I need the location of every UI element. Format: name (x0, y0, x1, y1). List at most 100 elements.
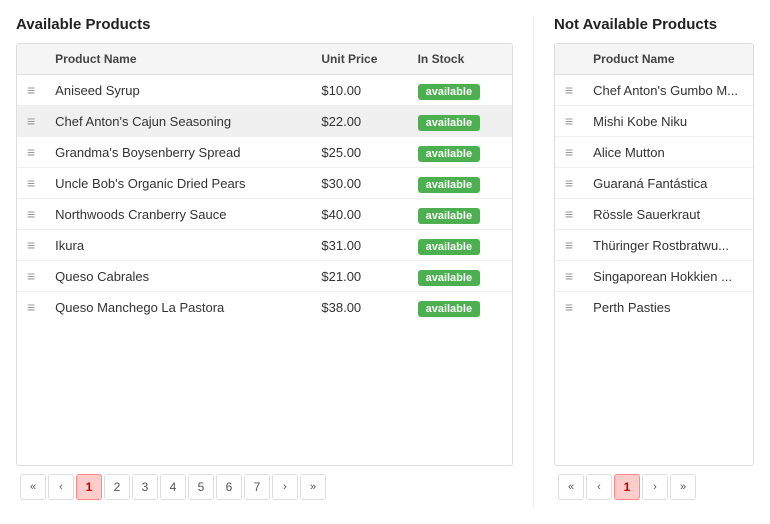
product-name-cell: Chef Anton's Gumbo M... (583, 75, 753, 106)
available-first-btn[interactable]: « (20, 474, 46, 500)
drag-handle-icon[interactable]: ≡ (17, 199, 45, 230)
col-product-name: Product Name (45, 44, 311, 75)
stock-badge-cell: available (408, 261, 512, 292)
stock-badge-cell: available (408, 106, 512, 137)
stock-badge-cell: available (408, 199, 512, 230)
col-drag (17, 44, 45, 75)
product-name-cell: Aniseed Syrup (45, 75, 311, 106)
not-available-products-panel: Not Available Products Product Name ≡ Ch… (554, 16, 754, 508)
available-table-row: ≡ Aniseed Syrup $10.00 available (17, 75, 512, 106)
stock-badge-cell: available (408, 292, 512, 323)
product-name-cell: Queso Manchego La Pastora (45, 292, 311, 323)
not-available-table-header-row: Product Name (555, 44, 753, 75)
available-page-3-btn[interactable]: 3 (132, 474, 158, 500)
available-table-row: ≡ Grandma's Boysenberry Spread $25.00 av… (17, 137, 512, 168)
stock-badge-cell: available (408, 230, 512, 261)
unit-price-cell: $40.00 (311, 199, 407, 230)
available-page-2-btn[interactable]: 2 (104, 474, 130, 500)
product-name-cell: Ikura (45, 230, 311, 261)
not-available-next-btn[interactable]: › (642, 474, 668, 500)
available-table-row: ≡ Queso Cabrales $21.00 available (17, 261, 512, 292)
available-page-6-btn[interactable]: 6 (216, 474, 242, 500)
unit-price-cell: $31.00 (311, 230, 407, 261)
available-table-row: ≡ Northwoods Cranberry Sauce $40.00 avai… (17, 199, 512, 230)
available-badge: available (418, 270, 480, 286)
drag-handle-icon[interactable]: ≡ (17, 230, 45, 261)
not-available-page-1-btn[interactable]: 1 (614, 474, 640, 500)
unit-price-cell: $38.00 (311, 292, 407, 323)
not-available-table-row: ≡ Thüringer Rostbratwu... (555, 230, 753, 261)
product-name-cell: Queso Cabrales (45, 261, 311, 292)
not-available-products-title: Not Available Products (554, 16, 754, 33)
unit-price-cell: $30.00 (311, 168, 407, 199)
unit-price-cell: $10.00 (311, 75, 407, 106)
available-badge: available (418, 84, 480, 100)
available-pagination: « ‹ 1 2 3 4 5 6 7 › » (16, 466, 513, 508)
drag-handle-icon[interactable]: ≡ (17, 168, 45, 199)
available-page-1-btn[interactable]: 1 (76, 474, 102, 500)
drag-handle-icon[interactable]: ≡ (555, 75, 583, 106)
product-name-cell: Grandma's Boysenberry Spread (45, 137, 311, 168)
available-products-table: Product Name Unit Price In Stock ≡ Anise… (17, 44, 512, 322)
drag-handle-icon[interactable]: ≡ (555, 168, 583, 199)
not-available-last-btn[interactable]: » (670, 474, 696, 500)
not-available-table-row: ≡ Alice Mutton (555, 137, 753, 168)
not-available-pagination: « ‹ 1 › » (554, 466, 754, 508)
available-table-row: ≡ Chef Anton's Cajun Seasoning $22.00 av… (17, 106, 512, 137)
available-badge: available (418, 301, 480, 317)
product-name-cell: Alice Mutton (583, 137, 753, 168)
available-table-row: ≡ Ikura $31.00 available (17, 230, 512, 261)
available-page-7-btn[interactable]: 7 (244, 474, 270, 500)
available-page-4-btn[interactable]: 4 (160, 474, 186, 500)
drag-handle-icon[interactable]: ≡ (17, 292, 45, 323)
drag-handle-icon[interactable]: ≡ (555, 137, 583, 168)
available-badge: available (418, 115, 480, 131)
unit-price-cell: $22.00 (311, 106, 407, 137)
unit-price-cell: $21.00 (311, 261, 407, 292)
product-name-cell: Perth Pasties (583, 292, 753, 323)
not-available-table-row: ≡ Perth Pasties (555, 292, 753, 323)
drag-handle-icon[interactable]: ≡ (17, 75, 45, 106)
drag-handle-icon[interactable]: ≡ (555, 230, 583, 261)
available-prev-btn[interactable]: ‹ (48, 474, 74, 500)
available-last-btn[interactable]: » (300, 474, 326, 500)
product-name-cell: Chef Anton's Cajun Seasoning (45, 106, 311, 137)
drag-handle-icon[interactable]: ≡ (555, 261, 583, 292)
available-next-btn[interactable]: › (272, 474, 298, 500)
available-badge: available (418, 239, 480, 255)
available-products-table-wrapper: Product Name Unit Price In Stock ≡ Anise… (16, 43, 513, 466)
product-name-cell: Rössle Sauerkraut (583, 199, 753, 230)
available-table-row: ≡ Queso Manchego La Pastora $38.00 avail… (17, 292, 512, 323)
product-name-cell: Uncle Bob's Organic Dried Pears (45, 168, 311, 199)
drag-handle-icon[interactable]: ≡ (17, 106, 45, 137)
panel-divider (533, 16, 534, 508)
drag-handle-icon[interactable]: ≡ (555, 292, 583, 323)
drag-handle-icon[interactable]: ≡ (555, 106, 583, 137)
product-name-cell: Mishi Kobe Niku (583, 106, 753, 137)
col-product-name-right: Product Name (583, 44, 753, 75)
available-badge: available (418, 146, 480, 162)
available-badge: available (418, 208, 480, 224)
not-available-products-table: Product Name ≡ Chef Anton's Gumbo M... ≡… (555, 44, 753, 322)
not-available-prev-btn[interactable]: ‹ (586, 474, 612, 500)
drag-handle-icon[interactable]: ≡ (17, 137, 45, 168)
unit-price-cell: $25.00 (311, 137, 407, 168)
col-drag-right (555, 44, 583, 75)
product-name-cell: Singaporean Hokkien ... (583, 261, 753, 292)
not-available-table-row: ≡ Mishi Kobe Niku (555, 106, 753, 137)
col-in-stock: In Stock (408, 44, 512, 75)
available-badge: available (418, 177, 480, 193)
drag-handle-icon[interactable]: ≡ (555, 199, 583, 230)
available-page-5-btn[interactable]: 5 (188, 474, 214, 500)
not-available-products-table-wrapper: Product Name ≡ Chef Anton's Gumbo M... ≡… (554, 43, 754, 466)
product-name-cell: Thüringer Rostbratwu... (583, 230, 753, 261)
not-available-table-row: ≡ Chef Anton's Gumbo M... (555, 75, 753, 106)
product-name-cell: Northwoods Cranberry Sauce (45, 199, 311, 230)
drag-handle-icon[interactable]: ≡ (17, 261, 45, 292)
not-available-table-row: ≡ Rössle Sauerkraut (555, 199, 753, 230)
not-available-first-btn[interactable]: « (558, 474, 584, 500)
available-products-panel: Available Products Product Name Unit Pri… (16, 16, 513, 508)
available-table-header-row: Product Name Unit Price In Stock (17, 44, 512, 75)
available-products-title: Available Products (16, 16, 513, 33)
stock-badge-cell: available (408, 75, 512, 106)
